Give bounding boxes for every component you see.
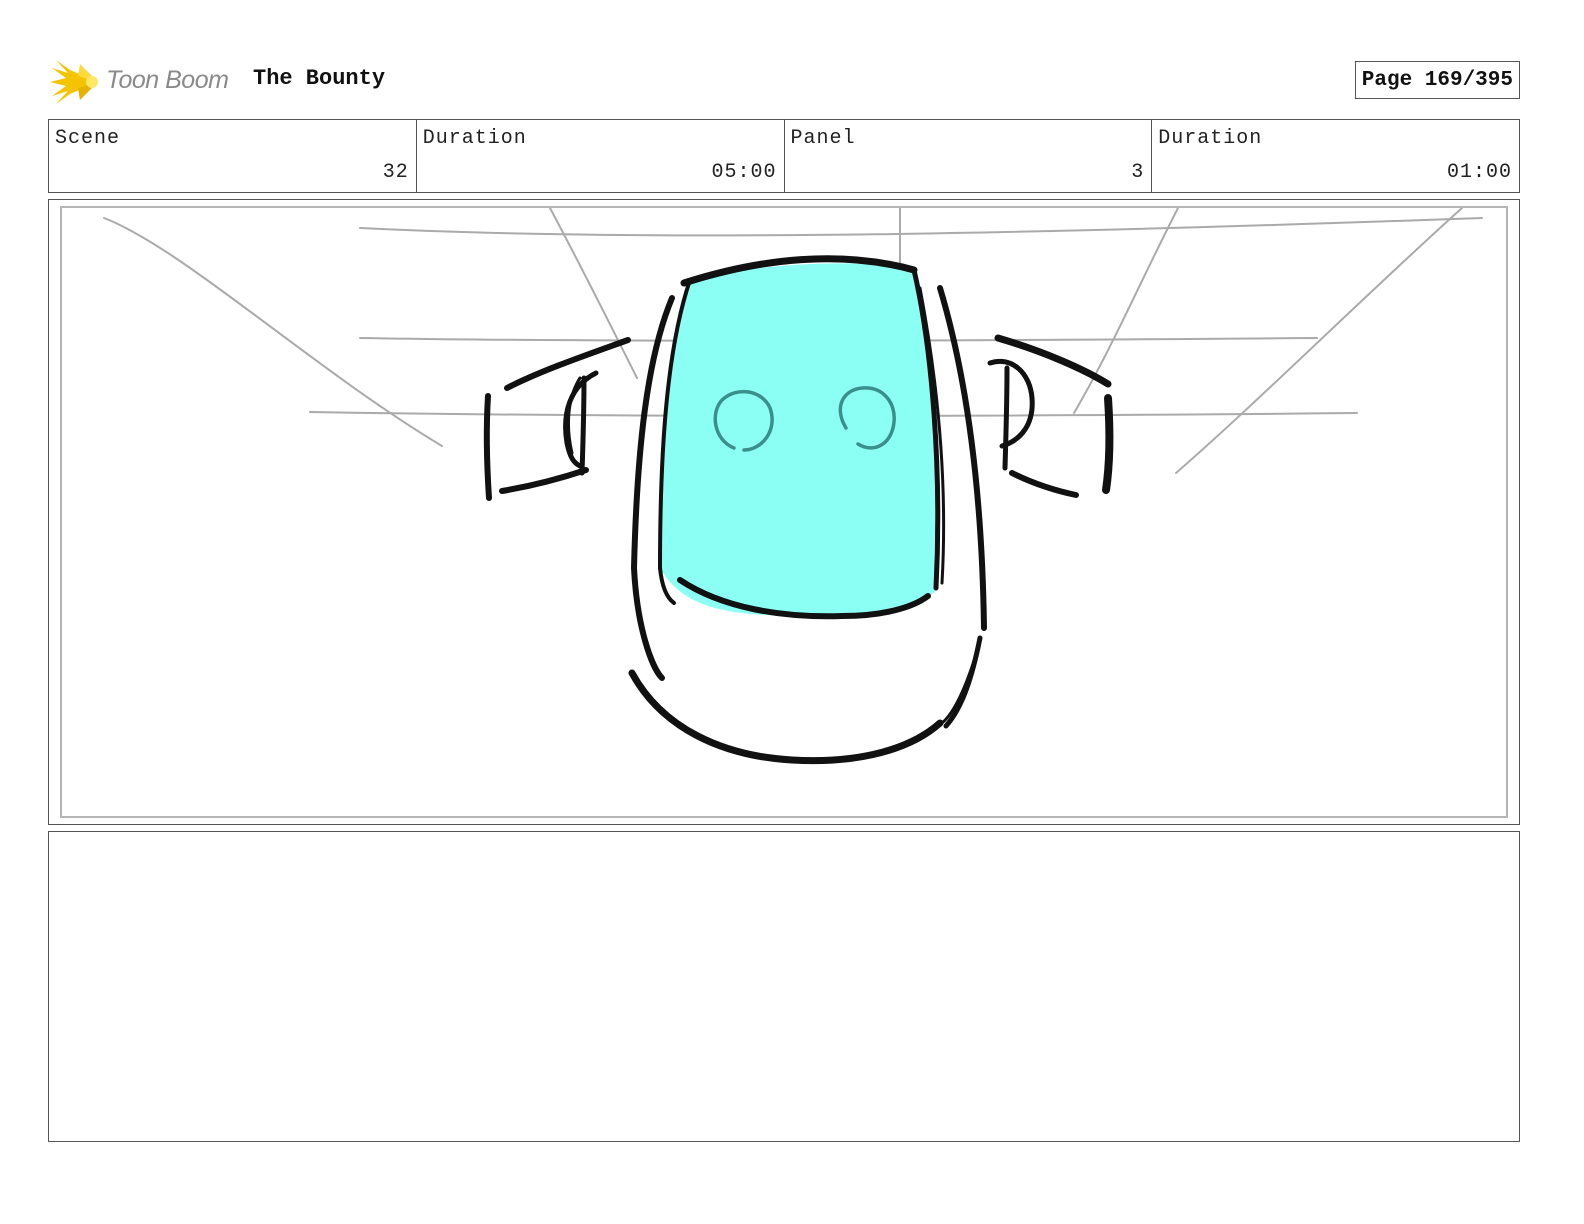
page-indicator-text: Page 169/395 [1361, 68, 1513, 92]
scene-duration-cell: Duration 05:00 [417, 120, 785, 192]
starburst-icon [50, 60, 98, 104]
scene-cell: Scene 32 [49, 120, 417, 192]
scene-info-table: Scene 32 Duration 05:00 Panel 3 Duration… [48, 119, 1520, 193]
panel-duration-cell: Duration 01:00 [1152, 120, 1519, 192]
panel-cell: Panel 3 [785, 120, 1153, 192]
scene-duration-value: 05:00 [711, 161, 777, 184]
panel-label: Panel [790, 127, 856, 150]
project-title: The Bounty [253, 66, 386, 91]
panel-value: 3 [1131, 161, 1145, 184]
toon-boom-logo: Toon Boom [50, 56, 240, 108]
scene-duration-label: Duration [422, 127, 527, 150]
page-indicator: Page 169/395 [1354, 61, 1520, 99]
panel-duration-label: Duration [1158, 127, 1263, 150]
panel-duration-value: 01:00 [1446, 161, 1512, 184]
storyboard-panel [48, 199, 1520, 825]
panel-artwork-area [60, 206, 1508, 818]
storyboard-header: Toon Boom The Bounty Page 169/395 [48, 54, 1520, 108]
scene-value: 32 [382, 161, 409, 184]
panel-notes-area [48, 831, 1520, 1142]
robot-screen [659, 263, 939, 616]
scene-label: Scene [55, 127, 121, 150]
logo-text: Toon Boom [106, 66, 229, 94]
robot-sketch [103, 208, 1483, 765]
